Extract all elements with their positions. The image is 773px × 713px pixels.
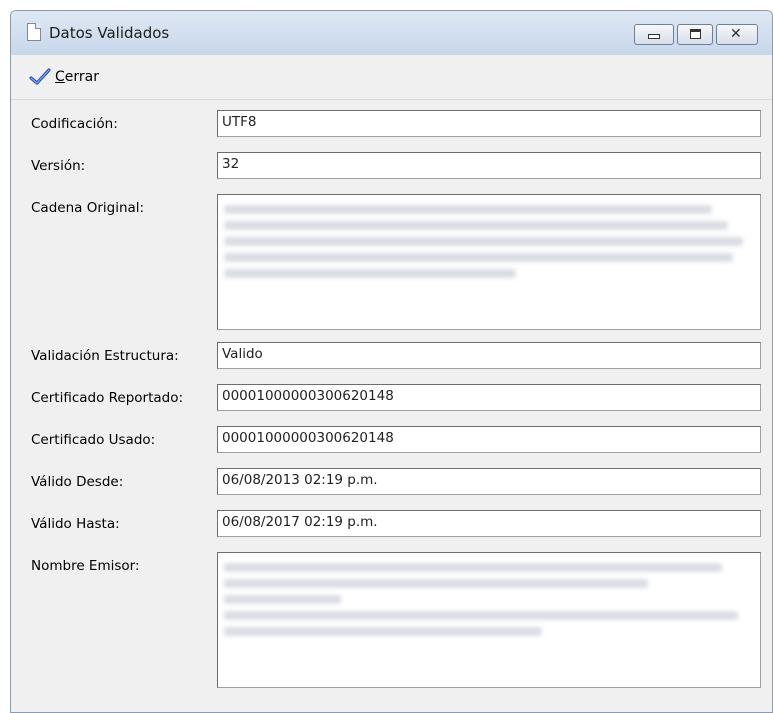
close-window-button[interactable]: ✕ (716, 24, 758, 45)
redacted-line (224, 579, 648, 588)
label-valido-desde: Válido Desde: (31, 474, 124, 490)
label-certificado-reportado: Certificado Reportado: (31, 390, 184, 406)
redacted-line (224, 205, 712, 214)
cerrar-label: Cerrar (55, 69, 99, 85)
dialog-window: Datos Validados ✕ Cerrar Codificación: U… (10, 10, 773, 713)
window-title: Datos Validados (49, 24, 170, 42)
redacted-line (224, 269, 516, 278)
maximize-button[interactable] (677, 24, 713, 45)
toolbar-divider (11, 99, 772, 100)
minimize-button[interactable] (634, 24, 674, 45)
document-icon (27, 23, 41, 41)
cerrar-button[interactable]: Cerrar (29, 67, 99, 87)
codificacion-field[interactable]: UTF8 (217, 110, 761, 137)
validacion-estructura-field[interactable]: Valido (217, 342, 761, 369)
label-codificacion: Codificación: (31, 116, 118, 132)
redacted-line (224, 221, 728, 230)
certificado-reportado-field[interactable]: 00001000000300620148 (217, 384, 761, 411)
label-validacion-estructura: Validación Estructura: (31, 348, 179, 364)
checkmark-icon (29, 68, 51, 85)
nombre-emisor-field[interactable] (217, 552, 761, 688)
redacted-line (224, 627, 542, 636)
certificado-usado-field[interactable]: 00001000000300620148 (217, 426, 761, 453)
label-certificado-usado: Certificado Usado: (31, 432, 156, 448)
label-valido-hasta: Válido Hasta: (31, 516, 120, 532)
redacted-line (224, 611, 739, 620)
redacted-line (224, 253, 733, 262)
valido-desde-field[interactable]: 06/08/2013 02:19 p.m. (217, 468, 761, 495)
title-bar[interactable]: Datos Validados ✕ (11, 11, 772, 56)
minimize-icon (648, 34, 660, 39)
label-nombre-emisor: Nombre Emisor: (31, 558, 140, 574)
label-version: Versión: (31, 158, 86, 174)
maximize-icon (690, 29, 701, 39)
cadena-original-field[interactable] (217, 194, 761, 330)
label-cadena-original: Cadena Original: (31, 200, 145, 216)
toolbar: Cerrar (11, 55, 772, 99)
redacted-line (224, 563, 723, 572)
version-field[interactable]: 32 (217, 152, 761, 179)
redacted-line (224, 595, 341, 604)
close-icon: ✕ (730, 26, 742, 42)
redacted-line (224, 237, 744, 246)
valido-hasta-field[interactable]: 06/08/2017 02:19 p.m. (217, 510, 761, 537)
